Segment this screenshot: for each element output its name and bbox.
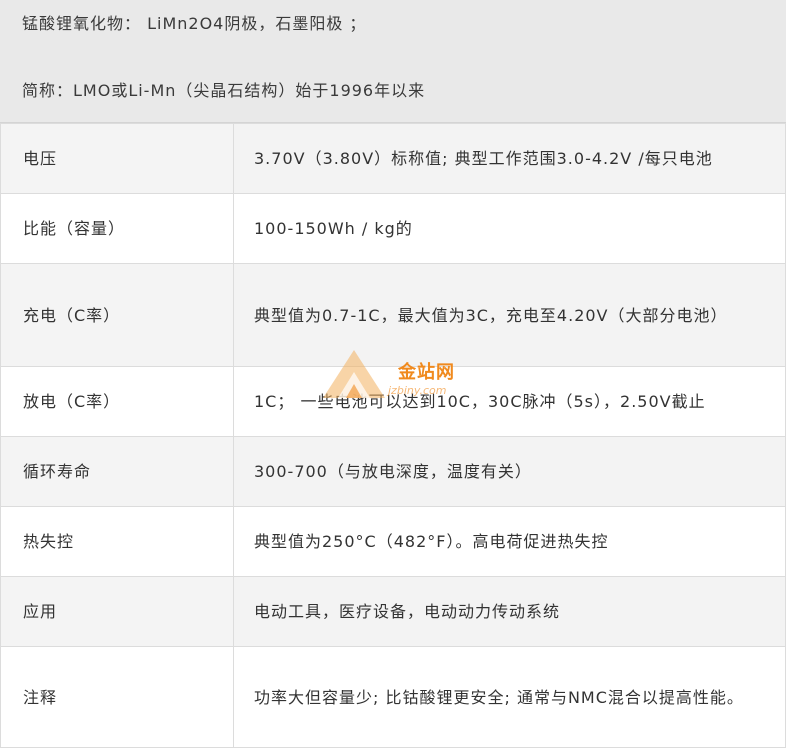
row-value-specific-energy: 100-150Wh / kg的	[233, 193, 786, 264]
table-row: 充电（C率） 典型值为0.7-1C，最大值为3C，充电至4.20V（大部分电池）	[0, 263, 786, 367]
table-row: 放电（C率） 1C； 一些电池可以达到10C，30C脉冲（5s），2.50V截止	[0, 366, 786, 437]
table-row: 循环寿命 300-700（与放电深度，温度有关）	[0, 436, 786, 507]
row-value-voltage: 3.70V（3.80V）标称值; 典型工作范围3.0-4.2V /每只电池	[233, 123, 786, 194]
row-value-notes: 功率大但容量少; 比钴酸锂更安全; 通常与NMC混合以提高性能。	[233, 646, 786, 748]
row-label-cycle-life: 循环寿命	[0, 436, 234, 507]
cathode-anode-line: 锰酸锂氧化物： LiMn2O4阴极，石墨阳极 ；	[22, 14, 367, 33]
row-value-thermal-runaway: 典型值为250°C（482°F）。高电荷促进热失控	[233, 506, 786, 577]
row-label-notes: 注释	[0, 646, 234, 748]
watermark-url: jzbiny.com	[388, 384, 447, 397]
table-row: 热失控 典型值为250°C（482°F）。高电荷促进热失控	[0, 506, 786, 577]
table-row: 注释 功率大但容量少; 比钴酸锂更安全; 通常与NMC混合以提高性能。	[0, 646, 786, 748]
row-label-charge: 充电（C率）	[0, 263, 234, 367]
abbreviation-line: 简称：LMO或Li-Mn（尖晶石结构）始于1996年以来	[22, 81, 426, 100]
row-label-specific-energy: 比能（容量）	[0, 193, 234, 264]
row-value-charge: 典型值为0.7-1C，最大值为3C，充电至4.20V（大部分电池）	[233, 263, 786, 367]
header-panel: 锰酸锂氧化物： LiMn2O4阴极，石墨阳极 ； 简称：LMO或Li-Mn（尖晶…	[0, 0, 786, 123]
row-value-cycle-life: 300-700（与放电深度，温度有关）	[233, 436, 786, 507]
table-row: 电压 3.70V（3.80V）标称值; 典型工作范围3.0-4.2V /每只电池	[0, 123, 786, 194]
table-row: 应用 电动工具，医疗设备，电动动力传动系统	[0, 576, 786, 647]
row-value-discharge: 1C； 一些电池可以达到10C，30C脉冲（5s），2.50V截止	[233, 366, 786, 437]
row-value-applications: 电动工具，医疗设备，电动动力传动系统	[233, 576, 786, 647]
row-label-voltage: 电压	[0, 123, 234, 194]
watermark-name: 金站网	[398, 362, 455, 383]
row-label-discharge: 放电（C率）	[0, 366, 234, 437]
spec-table: 电压 3.70V（3.80V）标称值; 典型工作范围3.0-4.2V /每只电池…	[0, 123, 786, 748]
row-label-applications: 应用	[0, 576, 234, 647]
row-label-thermal-runaway: 热失控	[0, 506, 234, 577]
table-row: 比能（容量） 100-150Wh / kg的	[0, 193, 786, 264]
